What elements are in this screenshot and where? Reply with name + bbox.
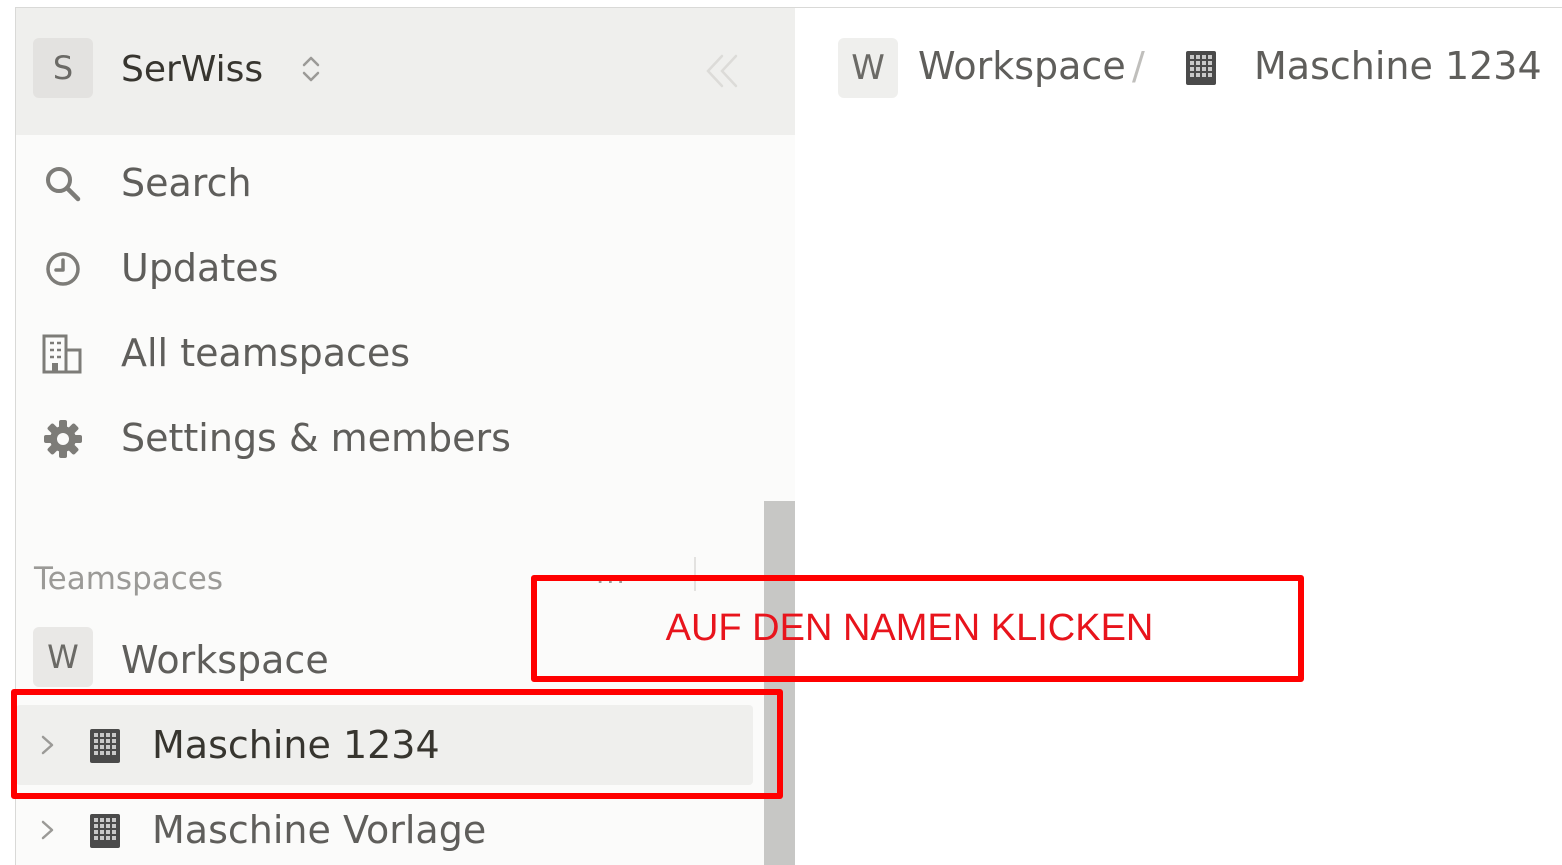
breadcrumb-page[interactable]: Maschine 1234 bbox=[1254, 43, 1542, 89]
chevron-right-icon[interactable] bbox=[36, 814, 60, 846]
building-page-icon bbox=[1186, 51, 1216, 85]
collapse-sidebar-icon[interactable] bbox=[698, 48, 748, 94]
workspace-switcher[interactable]: S SerWiss bbox=[16, 8, 795, 135]
buildings-icon bbox=[40, 331, 86, 377]
workspace-avatar: S bbox=[33, 38, 93, 98]
page-item-maschine-vorlage[interactable]: Maschine Vorlage bbox=[16, 790, 766, 865]
app-window: S SerWiss Search Updates All teamspaces … bbox=[0, 0, 1562, 865]
sidebar-item-label: Search bbox=[121, 161, 252, 205]
annotation-highlight-box bbox=[11, 689, 783, 799]
page-item-label[interactable]: Maschine Vorlage bbox=[152, 807, 486, 853]
sidebar-item-search[interactable]: Search bbox=[16, 141, 795, 221]
sidebar-item-label: All teamspaces bbox=[121, 331, 411, 375]
search-icon bbox=[40, 161, 86, 207]
chevron-up-down-icon[interactable] bbox=[294, 52, 328, 86]
gear-icon bbox=[40, 416, 86, 462]
clock-icon bbox=[40, 246, 86, 292]
workspace-name[interactable]: SerWiss bbox=[121, 48, 263, 92]
breadcrumb-workspace-avatar[interactable]: W bbox=[838, 38, 898, 98]
sidebar-item-updates[interactable]: Updates bbox=[16, 226, 795, 306]
teamspaces-section-label: Teamspaces bbox=[34, 561, 224, 597]
breadcrumb-separator: / bbox=[1132, 44, 1145, 88]
sidebar-scrollbar[interactable] bbox=[764, 501, 795, 865]
sidebar-item-settings[interactable]: Settings & members bbox=[16, 396, 795, 476]
annotation-instruction: AUF DEN NAMEN KLICKEN bbox=[665, 607, 1154, 649]
sidebar-item-label: Settings & members bbox=[121, 416, 511, 460]
sidebar-item-all-teamspaces[interactable]: All teamspaces bbox=[16, 311, 795, 391]
breadcrumb-workspace[interactable]: Workspace bbox=[918, 43, 1126, 89]
teamspace-avatar: W bbox=[33, 627, 93, 687]
sidebar-item-label: Updates bbox=[121, 246, 279, 290]
building-page-icon bbox=[90, 814, 120, 848]
teamspace-item-workspace[interactable]: Workspace bbox=[121, 637, 329, 683]
